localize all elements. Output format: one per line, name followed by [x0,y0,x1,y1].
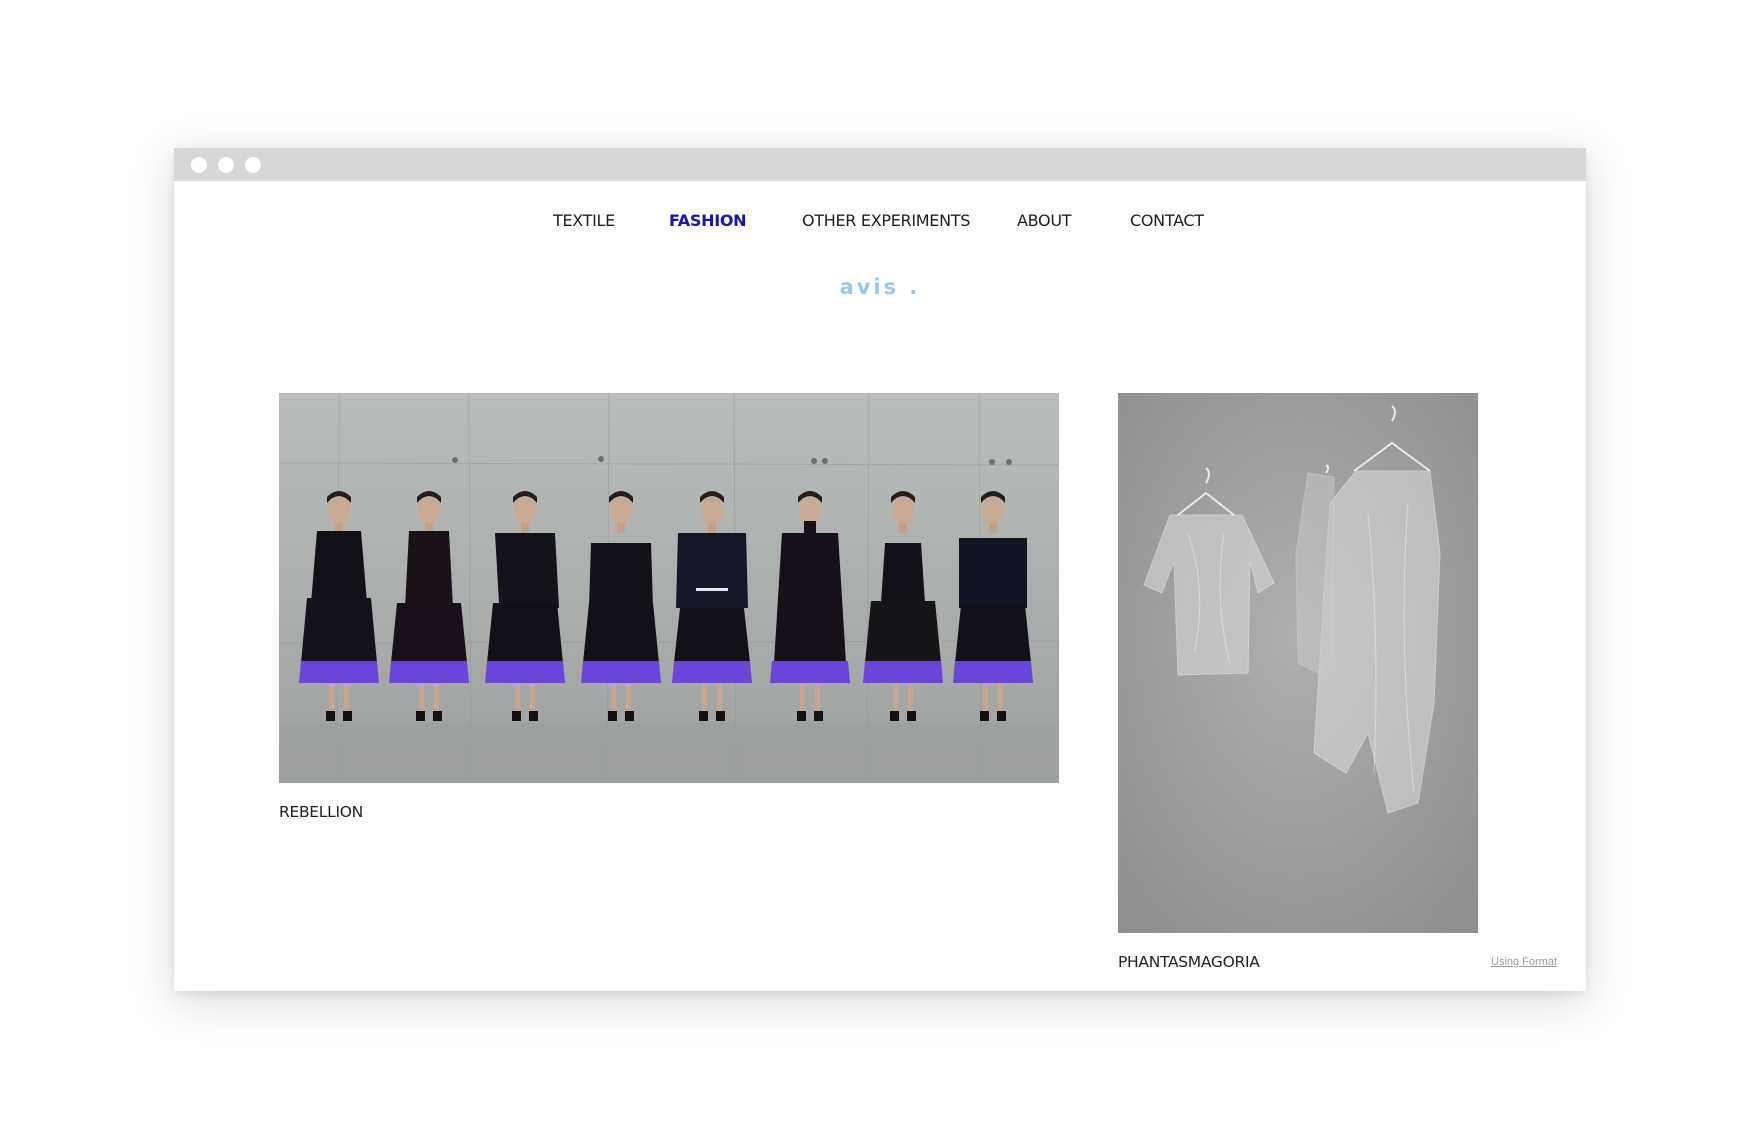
nav-item-contact[interactable]: CONTACT [1130,211,1204,230]
page-canvas: TEXTILE FASHION OTHER EXPERIMENTS ABOUT … [0,0,1755,1148]
nav-item-fashion[interactable]: FASHION [669,211,747,230]
window-dot-2[interactable] [218,157,234,173]
project-card-phantasmagoria[interactable]: PHANTASMAGORIA [1118,393,1478,971]
project-title-phantasmagoria[interactable]: PHANTASMAGORIA [1118,953,1478,971]
nav-item-other-experiments[interactable]: OTHER EXPERIMENTS [802,211,970,230]
project-card-rebellion[interactable]: REBELLION [279,393,1059,821]
project-title-rebellion[interactable]: REBELLION [279,803,1059,821]
project-image-phantasmagoria[interactable] [1118,393,1478,933]
window-dot-1[interactable] [191,157,207,173]
browser-titlebar [174,148,1586,181]
main-nav: TEXTILE FASHION OTHER EXPERIMENTS ABOUT … [174,211,1586,235]
project-image-rebellion[interactable] [279,393,1059,783]
site-logo-text: avis . [839,275,921,299]
browser-window: TEXTILE FASHION OTHER EXPERIMENTS ABOUT … [174,148,1586,991]
nav-item-about[interactable]: ABOUT [1017,211,1072,230]
window-dot-3[interactable] [245,157,261,173]
site-logo[interactable]: avis . [174,275,1586,299]
using-format-link[interactable]: Using Format [1491,956,1557,968]
nav-item-textile[interactable]: TEXTILE [553,211,615,230]
